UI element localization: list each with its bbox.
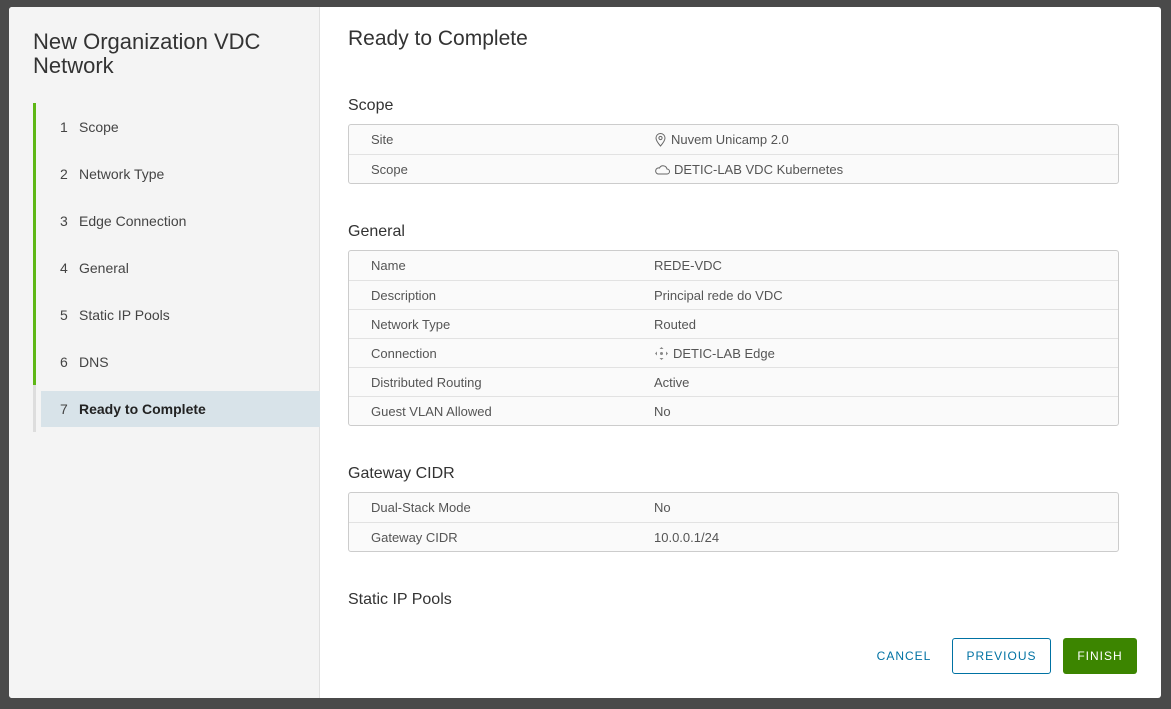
section-title: Gateway CIDR bbox=[348, 465, 455, 482]
row-value: No bbox=[654, 404, 671, 419]
summary-table: Dual-Stack Mode No Gateway CIDR 10.0.0.1/24 bbox=[348, 492, 1119, 552]
row-key: Scope bbox=[371, 161, 408, 177]
row-value-text: Principal rede do VDC bbox=[654, 287, 783, 303]
row-key: Gateway CIDR bbox=[371, 529, 458, 545]
step-label: Network Type bbox=[79, 165, 165, 182]
step-label: Ready to Complete bbox=[79, 400, 206, 417]
table-row: Site Nuvem Unicamp 2.0 bbox=[349, 125, 1118, 154]
row-value-text: 10.0.0.1/24 bbox=[654, 529, 720, 545]
table-row: Dual-Stack Mode No bbox=[349, 493, 1118, 522]
step-dns[interactable]: 6 DNS bbox=[33, 338, 320, 385]
step-number: 6 bbox=[60, 353, 68, 370]
step-number: 2 bbox=[60, 165, 68, 182]
wizard-title: New Organization VDC Network bbox=[33, 29, 261, 78]
wizard-sidebar: New Organization VDC Network 1 Scope 2 Netw… bbox=[9, 7, 320, 698]
step-number: 3 bbox=[60, 212, 68, 229]
row-value-text: No bbox=[654, 403, 671, 419]
previous-button[interactable]: PREVIOUS bbox=[952, 638, 1051, 674]
step-number: 7 bbox=[60, 400, 68, 417]
table-row: Distributed Routing Active bbox=[349, 367, 1118, 396]
row-value: DETIC-LAB VDC Kubernetes bbox=[654, 162, 843, 177]
map-pin-icon bbox=[654, 132, 667, 147]
step-number: 4 bbox=[60, 259, 68, 276]
cancel-button[interactable]: CANCEL bbox=[869, 638, 939, 674]
step-list: 1 Scope 2 Network Type 3 Edge Connection 4 Gene… bbox=[33, 103, 320, 432]
row-value: No bbox=[654, 500, 671, 515]
row-value: Routed bbox=[654, 317, 696, 332]
row-value: Principal rede do VDC bbox=[654, 288, 783, 303]
table-row: Scope DETIC-LAB VDC Kubernetes bbox=[349, 154, 1118, 183]
step-general[interactable]: 4 General bbox=[33, 244, 320, 291]
step-label: General bbox=[79, 259, 129, 276]
section-title: General bbox=[348, 223, 405, 240]
row-value-text: DETIC-LAB Edge bbox=[673, 345, 775, 361]
step-label: Scope bbox=[79, 118, 119, 135]
step-number: 1 bbox=[60, 118, 68, 135]
page-title: Ready to Complete bbox=[348, 27, 528, 50]
row-value-text: Nuvem Unicamp 2.0 bbox=[671, 132, 789, 147]
step-scope[interactable]: 1 Scope bbox=[33, 103, 320, 150]
step-static-ip-pools[interactable]: 5 Static IP Pools bbox=[33, 291, 320, 338]
table-row: Network Type Routed bbox=[349, 309, 1118, 338]
step-label: Edge Connection bbox=[79, 212, 187, 229]
wizard-content: Ready to Complete Scope Site Nuvem Unicamp… bbox=[320, 7, 1161, 698]
table-row: Connection DETIC-LAB Edge bbox=[349, 338, 1118, 367]
row-value-text: Active bbox=[654, 374, 690, 390]
row-key: Distributed Routing bbox=[371, 374, 482, 390]
cloud-icon bbox=[654, 163, 670, 175]
row-key: Connection bbox=[371, 345, 437, 361]
row-value: DETIC-LAB Edge bbox=[654, 346, 775, 361]
wizard-modal: New Organization VDC Network 1 Scope 2 Netw… bbox=[9, 7, 1161, 698]
finish-button[interactable]: FINISH bbox=[1063, 638, 1137, 674]
row-value-text: Routed bbox=[654, 316, 696, 332]
row-key: Description bbox=[371, 287, 437, 303]
section-title: Static IP Pools bbox=[348, 591, 452, 608]
step-network-type[interactable]: 2 Network Type bbox=[33, 150, 320, 197]
section-title: Scope bbox=[348, 97, 394, 114]
step-ready-to-complete[interactable]: 7 Ready to Complete bbox=[33, 385, 320, 432]
row-key: Guest VLAN Allowed bbox=[371, 403, 492, 419]
edge-gateway-icon bbox=[654, 346, 669, 361]
row-key: Network Type bbox=[371, 316, 451, 332]
summary-table: Site Nuvem Unicamp 2.0 Scope DETIC-LAB VDC … bbox=[348, 124, 1119, 184]
row-value: Active bbox=[654, 375, 689, 390]
row-key: Name bbox=[371, 258, 406, 273]
step-edge-connection[interactable]: 3 Edge Connection bbox=[33, 197, 320, 244]
summary-table: Name REDE-VDC Description Principal rede do… bbox=[348, 250, 1119, 426]
row-value: Nuvem Unicamp 2.0 bbox=[654, 132, 789, 147]
row-value-text: REDE-VDC bbox=[654, 258, 722, 273]
step-number: 5 bbox=[60, 306, 68, 323]
row-value: 10.0.0.1/24 bbox=[654, 530, 719, 545]
row-value-text: DETIC-LAB VDC Kubernetes bbox=[674, 161, 844, 177]
table-row: Name REDE-VDC bbox=[349, 251, 1118, 280]
row-key: Dual-Stack Mode bbox=[371, 500, 471, 515]
table-row: Description Principal rede do VDC bbox=[349, 280, 1118, 309]
row-key: Site bbox=[371, 132, 394, 147]
row-value-text: No bbox=[654, 500, 671, 515]
table-row: Gateway CIDR 10.0.0.1/24 bbox=[349, 522, 1118, 551]
step-label: DNS bbox=[79, 353, 109, 370]
table-row: Guest VLAN Allowed No bbox=[349, 396, 1118, 425]
summary-scroll-area: Scope Site Nuvem Unicamp 2.0 Scope DETIC-LAB… bbox=[348, 58, 1119, 613]
step-label: Static IP Pools bbox=[79, 306, 170, 323]
row-value: REDE-VDC bbox=[654, 258, 722, 273]
